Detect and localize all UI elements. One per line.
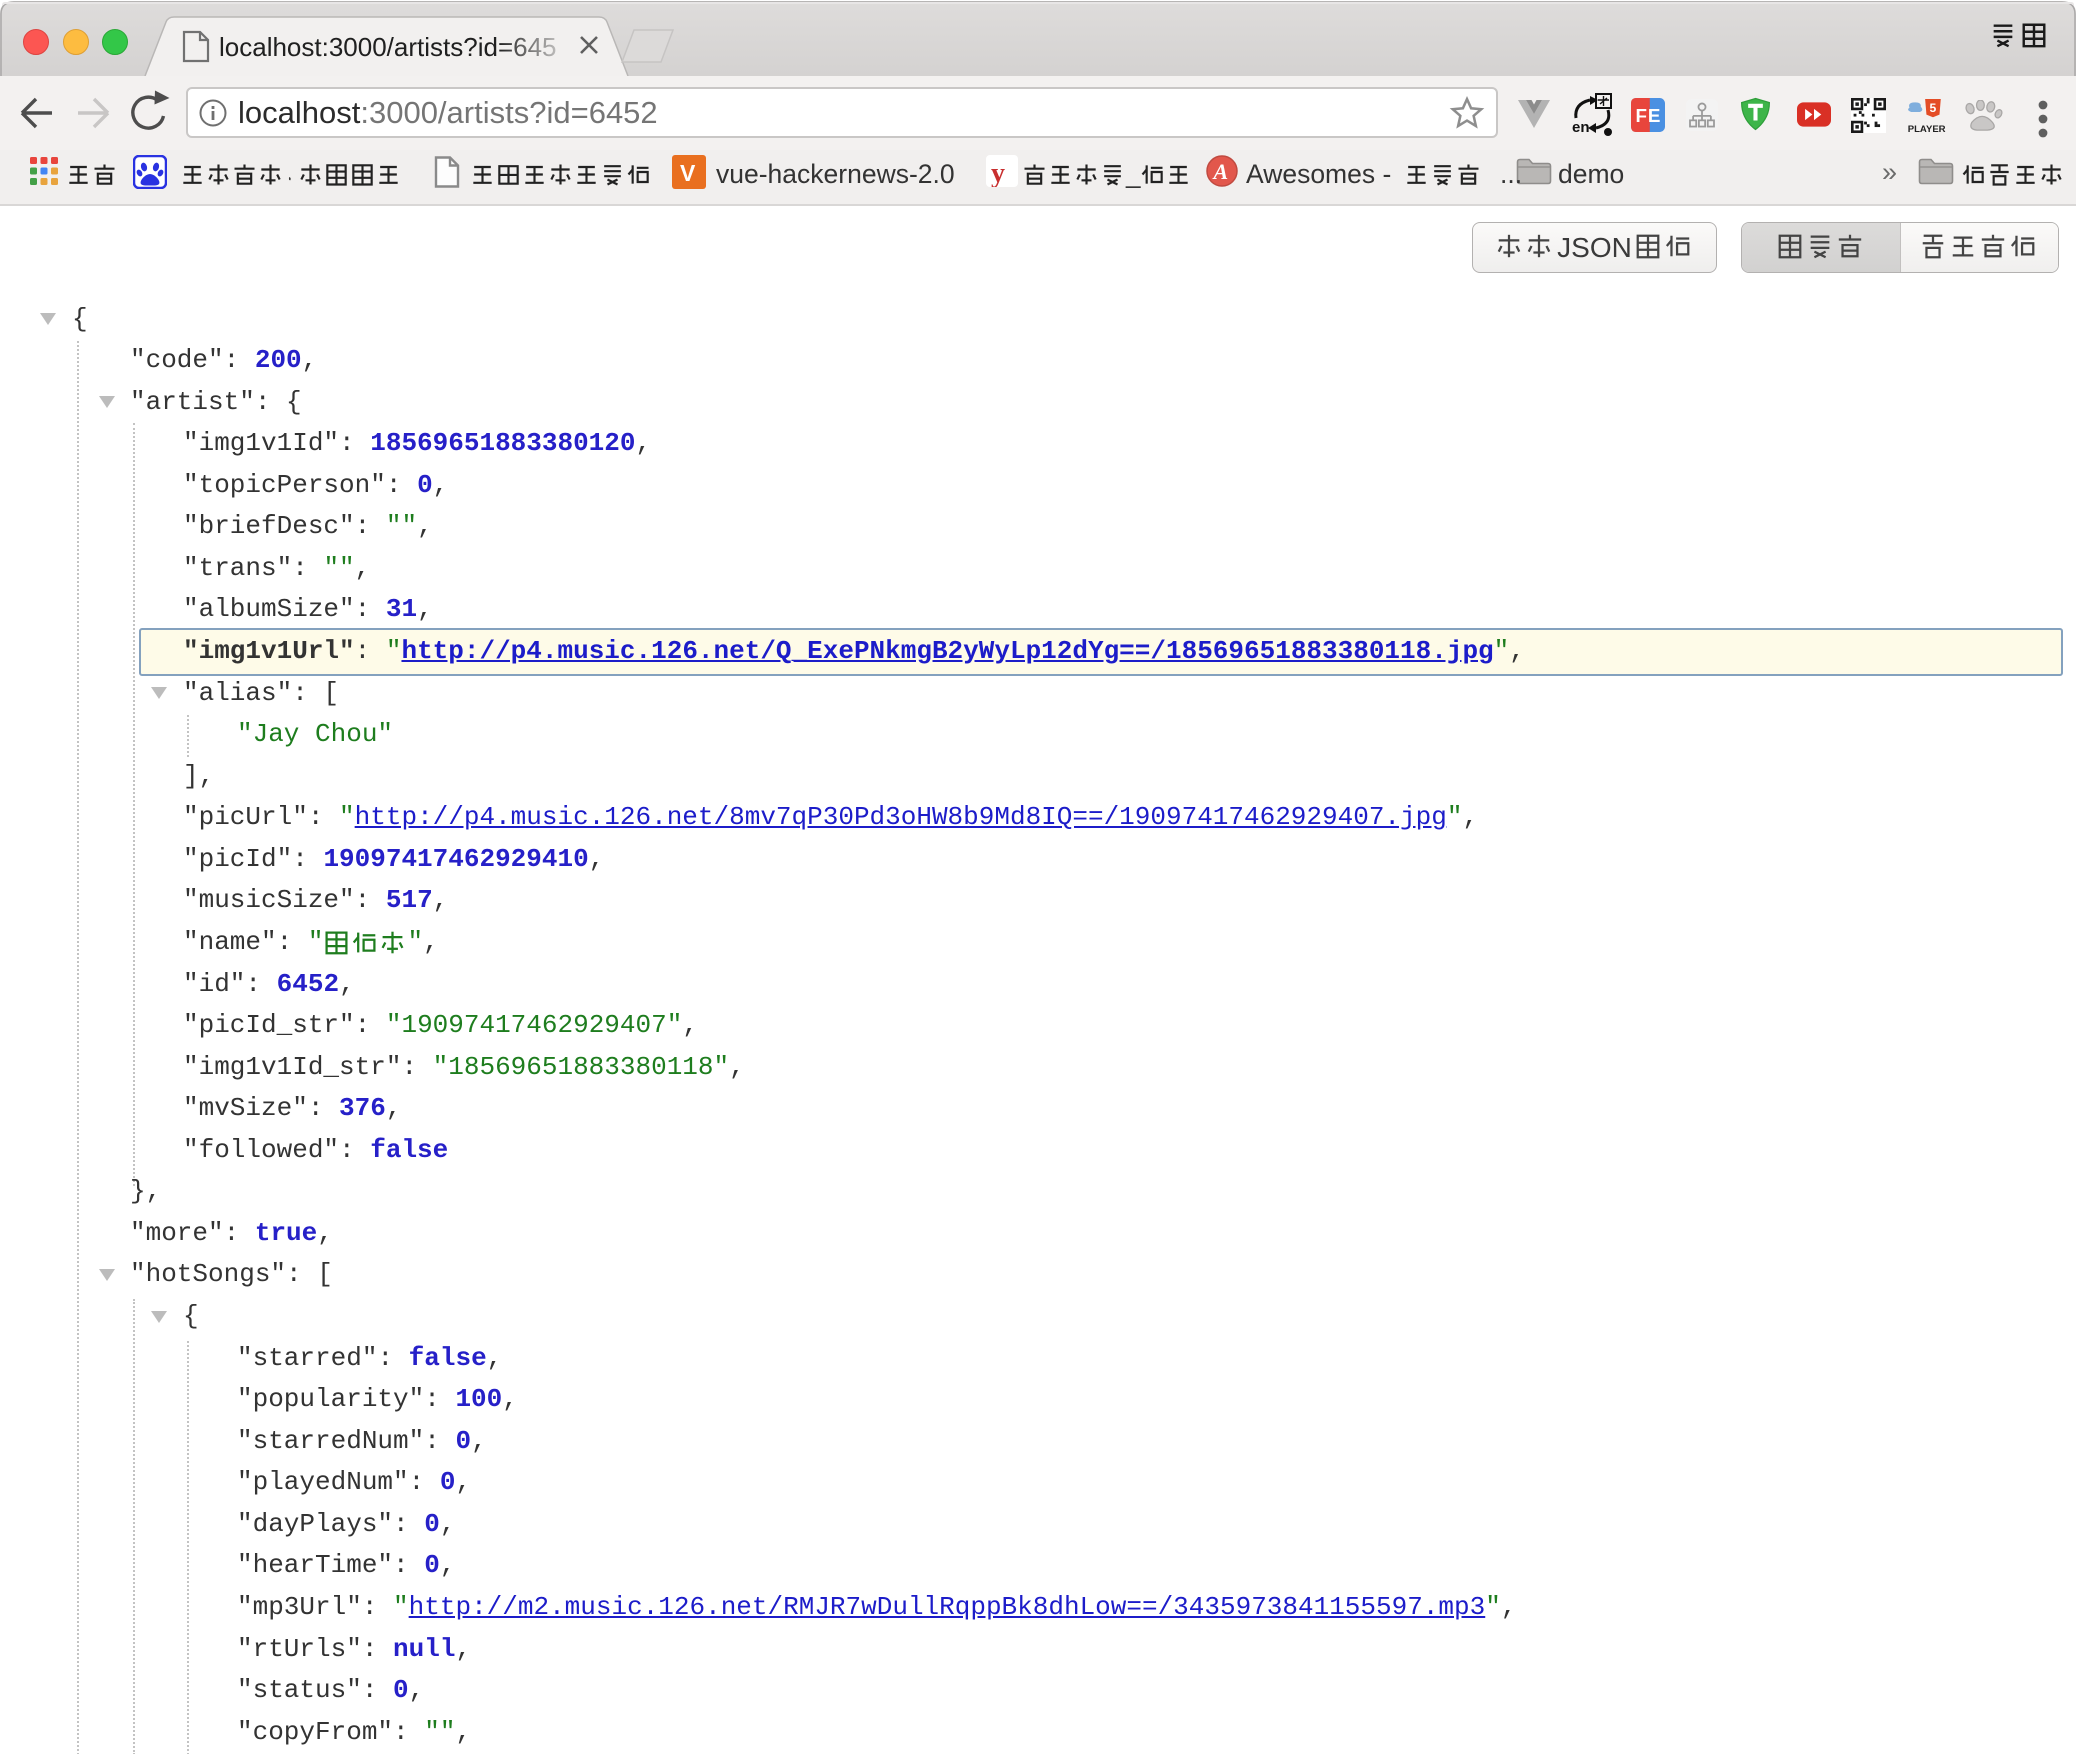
svg-text:PLAYER: PLAYER (1908, 124, 1946, 134)
svg-text:A: A (1212, 159, 1229, 184)
svg-text:V: V (680, 160, 696, 186)
svg-text:en: en (1572, 119, 1590, 136)
svg-text:5: 5 (1929, 101, 1936, 115)
svg-text:FE: FE (1635, 105, 1661, 126)
svg-text:y: y (991, 158, 1005, 187)
